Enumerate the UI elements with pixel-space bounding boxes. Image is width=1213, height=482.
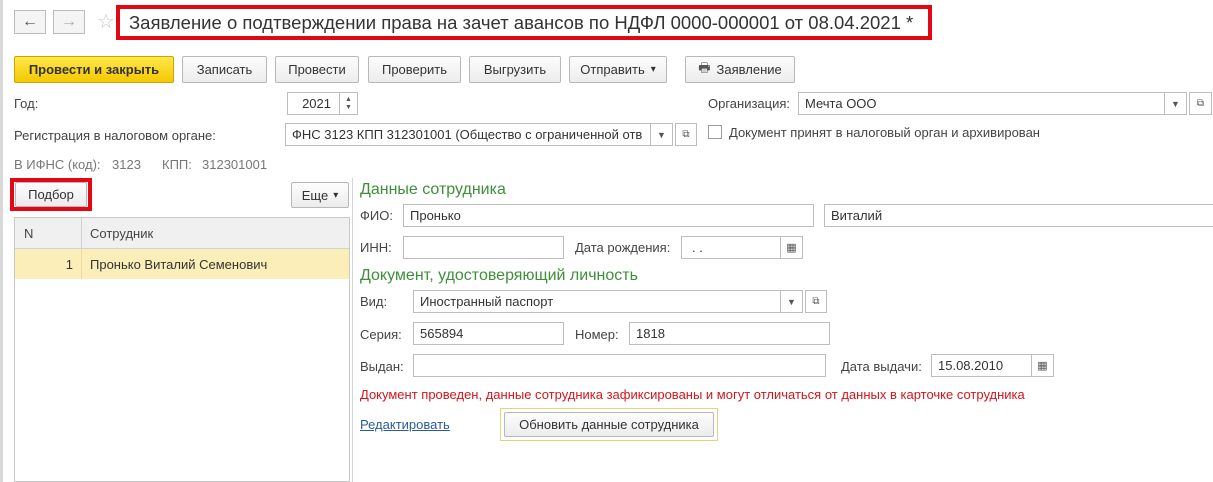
ifns-code-value: 3123 — [112, 157, 141, 172]
organization-label: Организация: — [708, 96, 791, 111]
chevron-down-icon: ▾ — [650, 64, 656, 75]
ifns-code-label: В ИФНС (код): — [14, 157, 101, 172]
table-row[interactable]: 1 Пронько Виталий Семенович — [15, 249, 349, 279]
issued-by-field[interactable] — [413, 354, 826, 377]
printer-icon: 🖶 — [698, 59, 711, 75]
edit-link[interactable]: Редактировать — [360, 417, 450, 432]
doc-kind-label: Вид: — [360, 294, 388, 309]
accepted-archived-checkbox[interactable] — [708, 125, 722, 139]
chevron-down-icon: ▾ — [333, 189, 339, 201]
open-form-icon: ⧉ — [812, 296, 820, 307]
post-label: Провести — [288, 62, 346, 77]
save-label: Записать — [196, 62, 253, 77]
series-value: 565894 — [420, 326, 464, 341]
issued-by-label: Выдан: — [360, 359, 404, 374]
open-form-icon: ⧉ — [1196, 98, 1205, 109]
issue-date-label: Дата выдачи: — [841, 359, 922, 374]
column-header-n[interactable]: N — [24, 218, 33, 249]
window-left-border — [0, 0, 3, 482]
first-name-field[interactable]: Виталий — [824, 204, 1213, 227]
update-employee-data-button[interactable]: Обновить данные сотрудника — [504, 412, 714, 437]
series-label: Серия: — [360, 327, 402, 342]
kpp-value: 312301001 — [202, 157, 268, 172]
id-document-title: Документ, удостоверяющий личность — [360, 267, 638, 284]
arrow-left-icon: ← — [22, 13, 38, 30]
row-employee: Пронько Виталий Семенович — [90, 256, 268, 272]
fixed-data-warning: Документ проведен, данные сотрудника заф… — [360, 387, 1025, 402]
export-button[interactable]: Выгрузить — [469, 56, 561, 83]
export-label: Выгрузить — [483, 62, 547, 77]
pick-button[interactable]: Подбор — [15, 182, 87, 207]
post-button[interactable]: Провести — [275, 56, 359, 83]
number-field[interactable]: 1818 — [629, 322, 830, 345]
more-label: Еще — [301, 187, 329, 203]
post-and-close-button[interactable]: Провести и закрыть — [14, 56, 174, 83]
inn-label: ИНН: — [360, 240, 392, 255]
tax-registration-open-button[interactable]: ⧉ — [675, 123, 697, 146]
check-label: Проверить — [381, 62, 447, 77]
year-value: 2021 — [302, 96, 331, 111]
number-label: Номер: — [575, 327, 619, 342]
number-value: 1818 — [636, 326, 665, 341]
favorite-star-icon[interactable]: ☆ — [97, 9, 115, 34]
column-divider — [81, 218, 82, 249]
issue-date-field[interactable]: 15.08.2010 ▦ — [931, 354, 1054, 377]
doc-kind-value: Иностранный паспорт — [420, 294, 554, 309]
forward-button[interactable]: → — [53, 10, 85, 34]
last-name-value: Пронько — [410, 208, 461, 223]
last-name-field[interactable]: Пронько — [403, 204, 814, 227]
year-spinner-icon[interactable]: ▲ ▼ — [339, 93, 357, 114]
send-dropdown-button[interactable]: Отправить ▾ — [569, 56, 667, 83]
calendar-icon[interactable]: ▦ — [1031, 355, 1053, 376]
arrow-right-icon: → — [61, 13, 77, 30]
birth-date-value: . . — [692, 240, 703, 255]
doc-kind-field[interactable]: Иностранный паспорт ▼ — [413, 290, 803, 313]
chevron-down-icon[interactable]: ▼ — [780, 291, 802, 312]
kpp-label: КПП: — [162, 157, 192, 172]
table-header: N Сотрудник — [15, 218, 349, 249]
inn-field[interactable] — [403, 236, 564, 259]
open-form-icon: ⧉ — [682, 129, 690, 140]
issue-date-value: 15.08.2010 — [938, 358, 1004, 373]
year-label: Год: — [14, 96, 39, 111]
year-field[interactable]: 2021 ▲ ▼ — [287, 92, 358, 115]
statement-print-button[interactable]: 🖶 Заявление — [685, 56, 795, 83]
save-button[interactable]: Записать — [182, 56, 267, 83]
statement-label: Заявление — [716, 62, 782, 77]
series-field[interactable]: 565894 — [413, 322, 564, 345]
check-button[interactable]: Проверить — [368, 56, 461, 83]
pick-label: Подбор — [28, 187, 74, 202]
organization-value: Мечта ООО — [805, 96, 877, 111]
birth-date-field[interactable]: . . ▦ — [681, 236, 803, 259]
window-title-text: Заявление о подтверждении права на зачет… — [129, 11, 914, 33]
back-button[interactable]: ← — [14, 10, 46, 34]
column-divider — [81, 249, 82, 279]
row-number: 1 — [65, 256, 73, 272]
column-header-employee[interactable]: Сотрудник — [90, 218, 153, 249]
more-button[interactable]: Еще ▾ — [291, 182, 349, 208]
tax-registration-label: Регистрация в налоговом органе: — [14, 128, 216, 143]
calendar-icon[interactable]: ▦ — [780, 237, 802, 258]
panel-divider[interactable] — [352, 178, 353, 482]
fio-label: ФИО: — [360, 208, 393, 223]
organization-open-button[interactable]: ⧉ — [1189, 92, 1212, 115]
first-name-value: Виталий — [831, 208, 883, 223]
birth-date-label: Дата рождения: — [575, 240, 671, 255]
post-and-close-label: Провести и закрыть — [28, 62, 160, 77]
tax-registration-field[interactable]: ФНС 3123 КПП 312301001 (Общество с огран… — [285, 123, 673, 146]
update-employee-data-label: Обновить данные сотрудника — [519, 417, 699, 432]
tax-registration-value: ФНС 3123 КПП 312301001 (Общество с огран… — [292, 127, 643, 142]
doc-kind-open-button[interactable]: ⧉ — [805, 290, 827, 313]
chevron-down-icon[interactable]: ▼ — [650, 124, 672, 145]
window-title: Заявление о подтверждении права на зачет… — [116, 5, 932, 40]
send-label: Отправить — [580, 62, 645, 77]
accepted-archived-label: Документ принят в налоговый орган и архи… — [729, 125, 1040, 140]
organization-field[interactable]: Мечта ООО ▼ — [798, 92, 1187, 115]
employees-table[interactable]: N Сотрудник 1 Пронько Виталий Семенович — [14, 217, 350, 482]
chevron-down-icon[interactable]: ▼ — [1164, 93, 1186, 114]
employee-data-title: Данные сотрудника — [360, 181, 506, 198]
